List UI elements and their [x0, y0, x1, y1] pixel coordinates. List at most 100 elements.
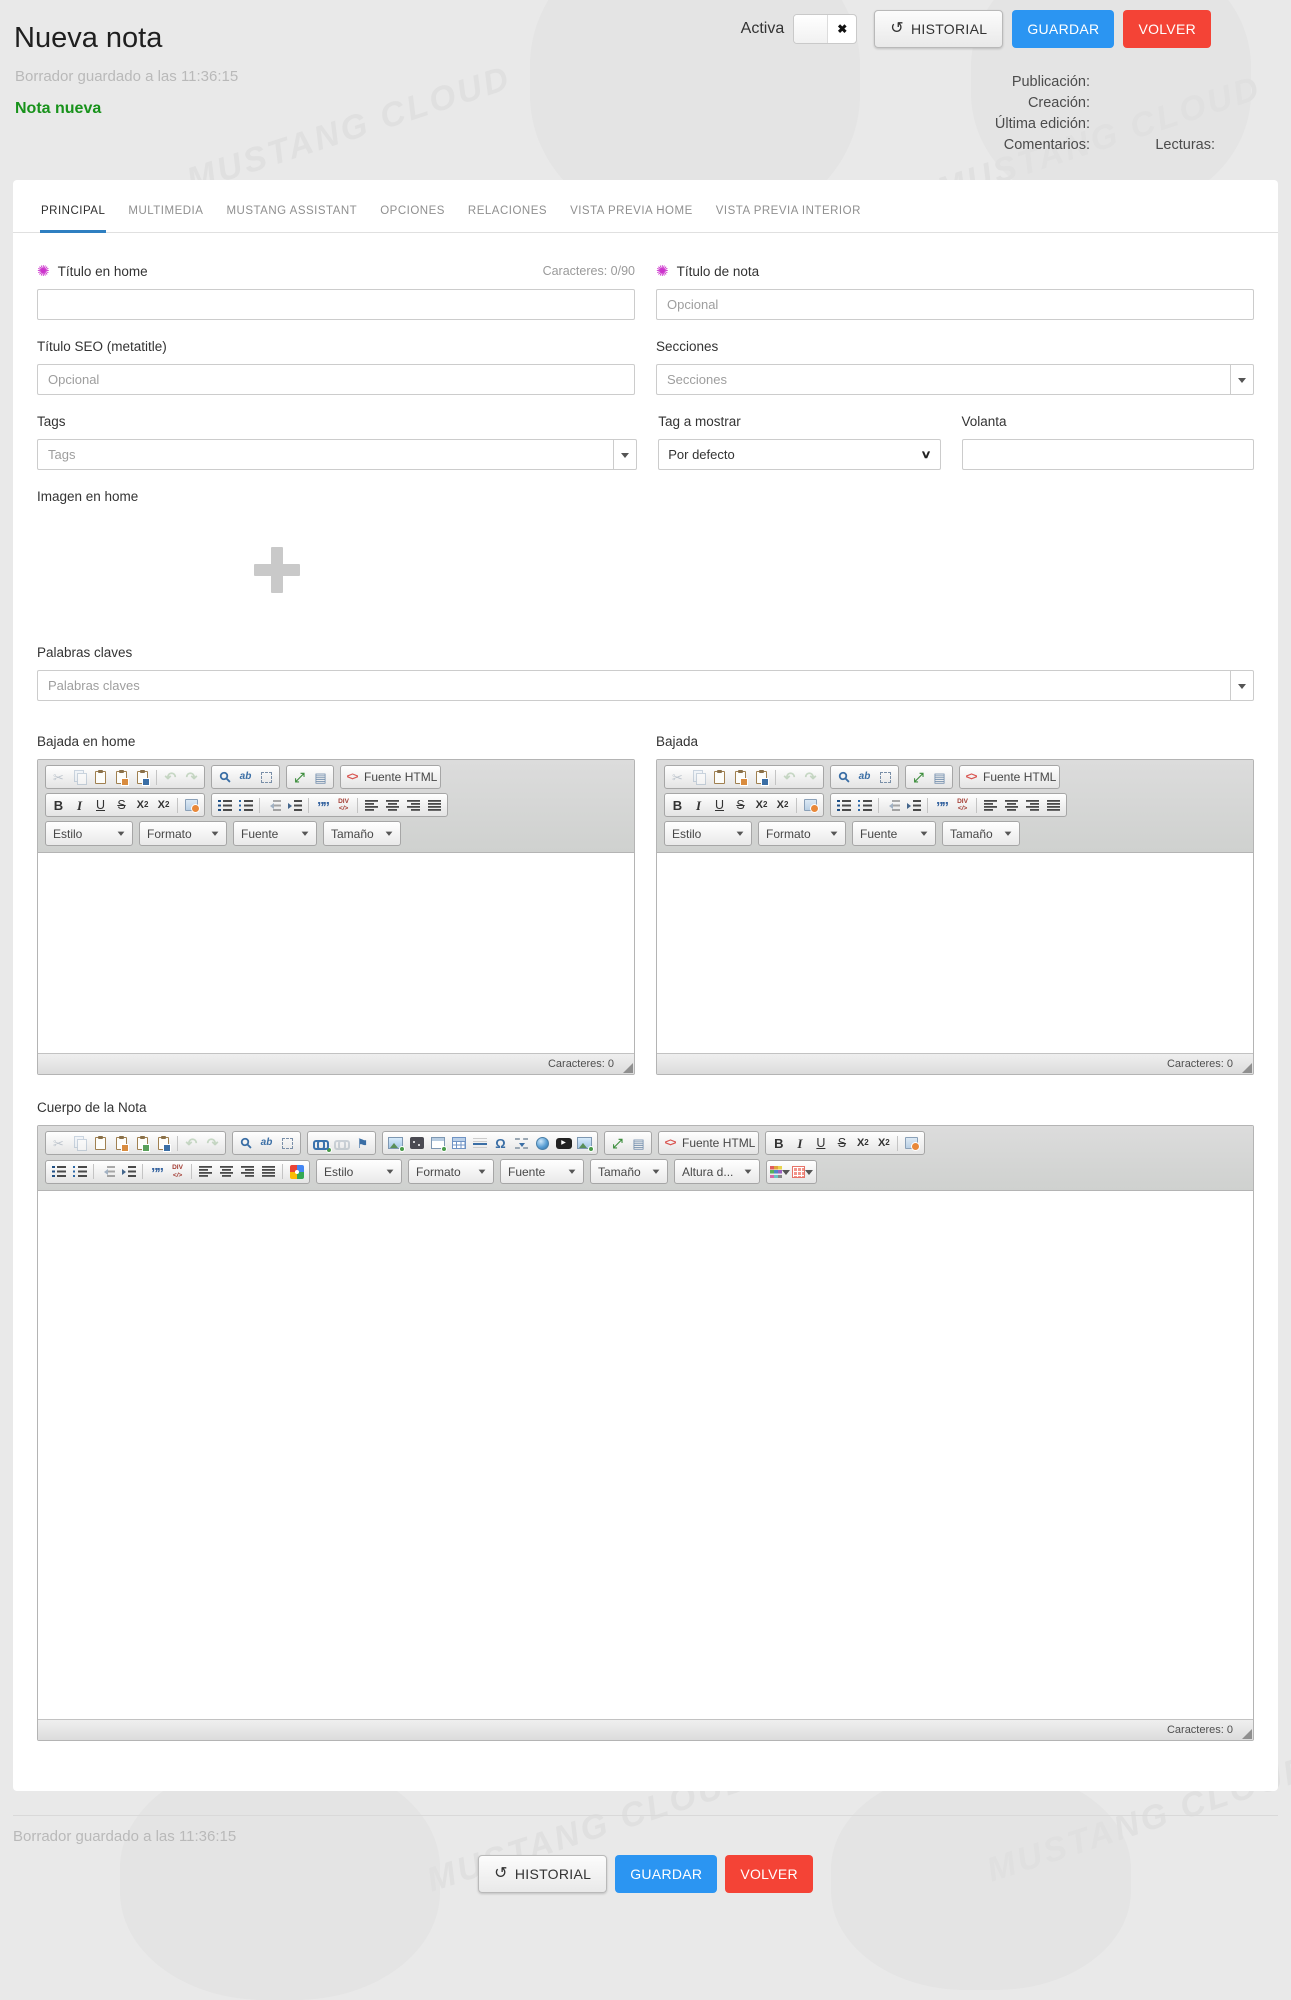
bulleted-list-button[interactable]: [854, 795, 875, 815]
underline-button[interactable]: U: [90, 795, 111, 815]
insert-media-button[interactable]: [406, 1133, 427, 1153]
insert-table-button[interactable]: [448, 1133, 469, 1153]
subscript-button[interactable]: X2: [852, 1133, 873, 1153]
select-all-button[interactable]: [256, 767, 277, 787]
tab-opciones[interactable]: OPCIONES: [379, 190, 446, 233]
style-combo[interactable]: Estilo: [45, 821, 133, 846]
tags-dropdown-button[interactable]: [613, 440, 636, 469]
titulo-de-nota-input[interactable]: [656, 289, 1254, 320]
indent-button[interactable]: [284, 795, 305, 815]
numbered-list-button[interactable]: [48, 1162, 69, 1182]
resize-grip[interactable]: [623, 1063, 633, 1073]
insert-image-button[interactable]: [385, 1133, 406, 1153]
save-button[interactable]: GUARDAR: [615, 1855, 717, 1893]
div-container-button[interactable]: DIV</>: [333, 795, 354, 815]
font-combo[interactable]: Fuente: [852, 821, 936, 846]
tag-a-mostrar-select[interactable]: Por defecto ∨: [658, 439, 940, 470]
titulo-seo-input[interactable]: [37, 364, 635, 395]
maximize-button[interactable]: ⤢: [289, 767, 310, 787]
titulo-en-home-input[interactable]: [37, 289, 635, 320]
font-combo[interactable]: Fuente: [500, 1159, 584, 1184]
paste-text-button[interactable]: [730, 767, 751, 787]
undo-button[interactable]: ↶: [181, 1133, 202, 1153]
redo-button[interactable]: ↷: [800, 767, 821, 787]
remove-format-button[interactable]: [800, 795, 821, 815]
replace-button[interactable]: ab: [235, 767, 256, 787]
outdent-button[interactable]: [263, 795, 284, 815]
align-center-button[interactable]: [382, 795, 403, 815]
numbered-list-button[interactable]: [214, 795, 235, 815]
align-center-button[interactable]: [1001, 795, 1022, 815]
unlink-button[interactable]: [331, 1133, 352, 1153]
maximize-button[interactable]: ⤢: [908, 767, 929, 787]
tab-relaciones[interactable]: RELACIONES: [467, 190, 548, 233]
paste-button[interactable]: [709, 767, 730, 787]
strike-button[interactable]: S: [111, 795, 132, 815]
font-combo[interactable]: Fuente: [233, 821, 317, 846]
div-container-button[interactable]: DIV</>: [167, 1162, 188, 1182]
div-container-button[interactable]: DIV</>: [952, 795, 973, 815]
tab-multimedia[interactable]: MULTIMEDIA: [127, 190, 204, 233]
style-combo[interactable]: Estilo: [316, 1159, 402, 1184]
blockquote-button[interactable]: ””: [146, 1162, 167, 1182]
cut-button[interactable]: ✂: [48, 767, 69, 787]
subscript-button[interactable]: X2: [132, 795, 153, 815]
source-button[interactable]: <>Fuente HTML: [962, 767, 1057, 787]
format-combo[interactable]: Formato: [758, 821, 846, 846]
save-button[interactable]: GUARDAR: [1012, 10, 1114, 48]
insert-iframe-button[interactable]: [427, 1133, 448, 1153]
resize-grip[interactable]: [1242, 1063, 1252, 1073]
outdent-button[interactable]: [882, 795, 903, 815]
link-button[interactable]: [310, 1133, 331, 1153]
source-button[interactable]: <>Fuente HTML: [661, 1133, 756, 1153]
copy-button[interactable]: [69, 767, 90, 787]
tab-vista-previa-interior[interactable]: VISTA PREVIA INTERIOR: [715, 190, 862, 233]
align-right-button[interactable]: [237, 1162, 258, 1182]
insert-image-gallery-button[interactable]: [574, 1133, 595, 1153]
volanta-input[interactable]: [962, 439, 1254, 470]
history-button[interactable]: ↺HISTORIAL: [478, 1855, 607, 1893]
strike-button[interactable]: S: [730, 795, 751, 815]
show-blocks-button[interactable]: ▤: [628, 1133, 649, 1153]
replace-button[interactable]: ab: [256, 1133, 277, 1153]
bulleted-list-button[interactable]: [69, 1162, 90, 1182]
bold-button[interactable]: B: [667, 795, 688, 815]
italic-button[interactable]: I: [69, 795, 90, 815]
page-break-button[interactable]: [511, 1133, 532, 1153]
youtube-button[interactable]: ▶: [553, 1133, 574, 1153]
align-justify-button[interactable]: [424, 795, 445, 815]
outdent-button[interactable]: [97, 1162, 118, 1182]
numbered-list-button[interactable]: [833, 795, 854, 815]
history-button[interactable]: ↺HISTORIAL: [874, 10, 1003, 48]
text-color-button[interactable]: [769, 1162, 791, 1182]
secciones-select[interactable]: Secciones: [656, 364, 1254, 395]
bold-button[interactable]: B: [48, 795, 69, 815]
select-all-button[interactable]: [277, 1133, 298, 1153]
paste-special-button[interactable]: [132, 1133, 153, 1153]
cut-button[interactable]: ✂: [667, 767, 688, 787]
back-button[interactable]: VOLVER: [1123, 10, 1211, 48]
italic-button[interactable]: I: [789, 1133, 810, 1153]
style-combo[interactable]: Estilo: [664, 821, 752, 846]
line-height-combo[interactable]: Altura d...: [674, 1159, 760, 1184]
undo-button[interactable]: ↶: [160, 767, 181, 787]
find-button[interactable]: ⚲: [833, 767, 854, 787]
active-toggle[interactable]: ✖: [793, 14, 857, 44]
superscript-button[interactable]: X2: [772, 795, 793, 815]
horizontal-rule-button[interactable]: [469, 1133, 490, 1153]
editor-content-area[interactable]: [38, 1191, 1253, 1719]
show-blocks-button[interactable]: ▤: [310, 767, 331, 787]
align-right-button[interactable]: [1022, 795, 1043, 815]
size-combo[interactable]: Tamaño: [942, 821, 1020, 846]
align-justify-button[interactable]: [1043, 795, 1064, 815]
maximize-button[interactable]: ⤢: [607, 1133, 628, 1153]
paste-text-button[interactable]: [111, 1133, 132, 1153]
align-left-button[interactable]: [195, 1162, 216, 1182]
blockquote-button[interactable]: ””: [312, 795, 333, 815]
undo-button[interactable]: ↶: [779, 767, 800, 787]
table-background-button[interactable]: [791, 1162, 814, 1182]
align-left-button[interactable]: [361, 795, 382, 815]
tab-vista-previa-home[interactable]: VISTA PREVIA HOME: [569, 190, 694, 233]
strike-button[interactable]: S: [831, 1133, 852, 1153]
format-combo[interactable]: Formato: [139, 821, 227, 846]
